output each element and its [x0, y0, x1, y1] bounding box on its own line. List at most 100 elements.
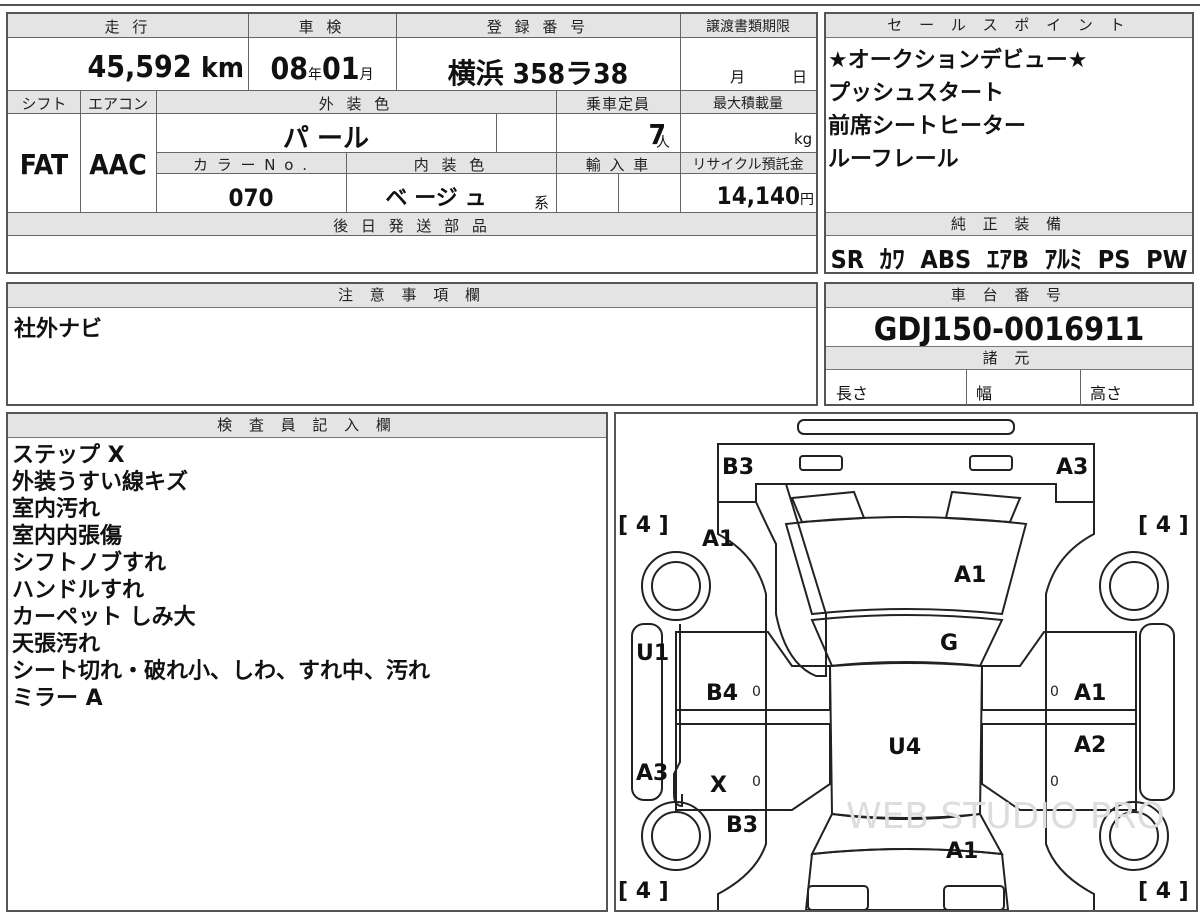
damage-label-left-rear-corner: B3	[726, 813, 758, 838]
inspector-line: シフトノブすれ	[12, 551, 167, 576]
wheel-front-left-inner	[651, 561, 701, 611]
right-front-fender	[1045, 502, 1095, 632]
capacity-label: 乗車定員	[585, 95, 650, 113]
divider	[156, 90, 157, 212]
recycle-label: リサイクル預託金	[692, 157, 804, 173]
front-light-right	[969, 455, 1013, 471]
tire-mark-front-left: [ 4 ]	[618, 513, 669, 538]
divider	[966, 370, 967, 406]
inspector-line: 天張汚れ	[12, 632, 101, 657]
specs-title: 諸 元	[826, 346, 1192, 370]
mileage-value: 45,592 km	[8, 50, 244, 85]
inspector-line: 室内汚れ	[12, 497, 101, 522]
damage-label-right-rear-door: A2	[1074, 733, 1106, 758]
exterior-color-label: 外 装 色	[318, 95, 394, 113]
transfer-month-unit: 月	[730, 68, 746, 86]
inspector-list: ステップ X 外装うすい線キズ 室内汚れ 室内内張傷 シフトノブすれ ハンドルす…	[12, 442, 430, 712]
damage-label-left-rocker: U1	[636, 641, 669, 666]
marker-zero: 0	[1050, 774, 1059, 790]
wheel-rear-left-inner	[651, 811, 701, 861]
registration-label: 登 録 番 号	[486, 18, 590, 36]
recycle-value: 14,140円	[680, 182, 814, 210]
transfer-day-unit: 日	[792, 68, 808, 86]
inspection-value: 08年01月	[248, 52, 396, 87]
sales-point-item: ★オークションデビュー★	[828, 48, 1088, 73]
right-front-door	[981, 631, 1137, 711]
capacity-value: 7	[648, 118, 666, 151]
tire-mark-rear-left: [ 4 ]	[618, 879, 669, 904]
marker-zero: 0	[1050, 684, 1059, 700]
damage-label-windshield: G	[940, 631, 958, 656]
width-label: 幅	[976, 384, 993, 403]
rear-bumper-left	[807, 885, 869, 910]
inspector-line: カーペット しみ大	[12, 605, 196, 630]
damage-label-roof: U4	[888, 735, 921, 760]
marker-zero: 0	[752, 684, 761, 700]
right-rocker	[1139, 623, 1175, 801]
shift-label: シフト	[21, 95, 67, 113]
recycle-unit: 円	[800, 192, 814, 208]
mileage-label: 走 行	[104, 18, 152, 36]
inspector-line: 室内内張傷	[12, 524, 123, 549]
inspection-month: 01	[322, 52, 360, 87]
chassis-panel: 車 台 番 号 GDJ150-0016911 諸 元 長さ 幅 高さ	[824, 282, 1194, 406]
notes-value: 社外ナビ	[14, 317, 103, 342]
capacity-unit: 人	[656, 135, 670, 151]
import-label: 輸 入 車	[585, 156, 651, 174]
notes-panel: 注 意 事 項 欄 社外ナビ	[6, 282, 818, 406]
shift-value: FAT	[19, 148, 69, 181]
inspection-year-unit: 年	[308, 67, 322, 83]
front-body	[717, 443, 1095, 503]
inspector-line: ステップ X	[12, 443, 125, 468]
inspection-label: 車 検	[298, 18, 346, 36]
tire-mark-front-right: [ 4 ]	[1138, 513, 1189, 538]
aircon-value: AAC	[89, 148, 147, 181]
damage-diagram-panel: WEB STUDIO PRO [ 4 ] [ 4 ] [ 4 ] [ 4 ] B…	[614, 412, 1198, 912]
damage-label-left-rear-quarter: A3	[636, 761, 668, 786]
divider	[556, 90, 557, 212]
damage-label-left-front-door: B4	[706, 681, 738, 706]
chassis-title: 車 台 番 号	[826, 284, 1192, 308]
divider	[496, 114, 497, 152]
rear-bumper-right	[943, 885, 1005, 910]
aircon-label: エアコン	[87, 95, 148, 113]
sales-points-list: ★オークションデビュー★ プッシュスタート 前席シートヒーター ルーフレール	[828, 44, 1087, 176]
damage-label-front-right-corner: A3	[1056, 455, 1088, 480]
mileage-number: 45,592	[87, 50, 192, 85]
damage-label-hood: A1	[954, 563, 986, 588]
inspection-year: 08	[270, 52, 308, 87]
inspection-month-unit: 月	[359, 67, 374, 83]
equipment-title: 純 正 装 備	[826, 212, 1192, 236]
registration-value: 横浜 358ラ38	[447, 57, 629, 90]
marker-zero: 0	[752, 774, 761, 790]
divider	[346, 152, 347, 212]
damage-label-left-rear-door: X	[710, 773, 727, 798]
max-load-unit: kg	[794, 130, 813, 148]
sales-point-item: 前席シートヒーター	[828, 114, 1027, 139]
divider	[680, 14, 681, 212]
color-no-value: 070	[228, 184, 274, 212]
wheel-front-right-inner	[1109, 561, 1159, 611]
inspector-panel: 検 査 員 記 入 欄 ステップ X 外装うすい線キズ 室内汚れ 室内内張傷 シ…	[6, 412, 608, 912]
transfer-deadline-label: 譲渡書類期限	[706, 19, 790, 35]
inspector-line: ハンドルすれ	[12, 578, 145, 603]
divider	[80, 90, 81, 212]
divider	[396, 14, 397, 90]
later-parts-label: 後 日 発 送 部 品	[333, 217, 491, 235]
vehicle-info-table: 走 行 車 検 登 録 番 号 譲渡書類期限 45,592 km 08年01月 …	[6, 12, 818, 274]
sales-point-item: プッシュスタート	[828, 81, 1005, 106]
equipment-value: SR ｶﾜ ABS ｴｱB ｱﾙﾐ PS PW	[830, 245, 1188, 274]
inspector-title: 検 査 員 記 入 欄	[8, 414, 606, 438]
notes-title: 注 意 事 項 欄	[8, 284, 816, 308]
damage-label-front-left-corner: B3	[722, 455, 754, 480]
interior-color-suffix: 系	[534, 194, 550, 212]
damage-label-right-front-door: A1	[1074, 681, 1106, 706]
divider	[618, 174, 619, 212]
recycle-number: 14,140	[716, 182, 800, 210]
car-diagram: WEB STUDIO PRO [ 4 ] [ 4 ] [ 4 ] [ 4 ] B…	[618, 419, 1189, 910]
sales-points-panel: セ ー ル ス ポ イ ン ト ★オークションデビュー★ プッシュスタート 前席…	[824, 12, 1194, 274]
sales-point-item: ルーフレール	[828, 147, 959, 172]
interior-color-label: 内 装 色	[413, 156, 489, 174]
tire-mark-rear-right: [ 4 ]	[1138, 879, 1189, 904]
left-rear-door	[675, 723, 831, 811]
